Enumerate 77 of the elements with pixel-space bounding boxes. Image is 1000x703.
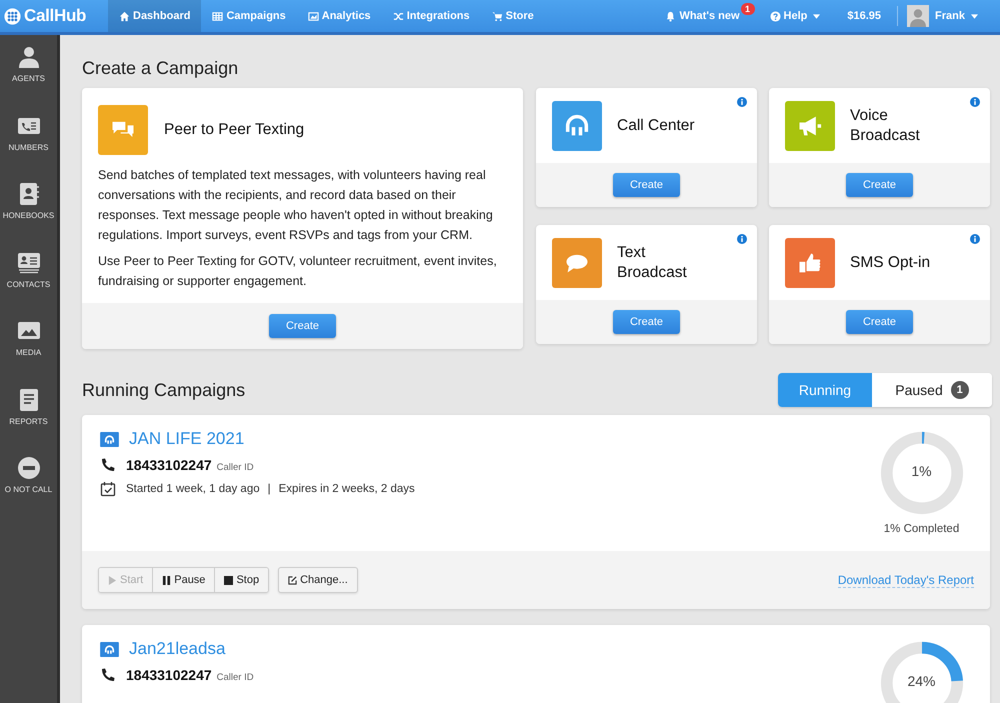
account-balance: $16.95	[846, 9, 882, 24]
stop-button[interactable]: Stop	[214, 568, 268, 592]
home-icon	[119, 10, 130, 22]
nav-tab[interactable]: Campaigns	[201, 0, 297, 32]
phone-number: 18433102247	[126, 457, 212, 473]
description-text: Use Peer to Peer Texting for GOTV, volunteer recruitment, event invites, fundraising or supporter engagement.	[98, 253, 498, 290]
notification-badge: 1	[740, 3, 755, 15]
info-icon[interactable]	[737, 234, 747, 244]
create-button[interactable]: Create	[846, 173, 913, 197]
contact-card-icon	[16, 250, 40, 274]
logo-text: CallHub	[24, 6, 86, 26]
pause-button[interactable]: Pause	[152, 568, 214, 592]
info-icon[interactable]	[970, 234, 980, 244]
progress-percent: 1%	[911, 463, 932, 479]
phone-icon	[100, 667, 116, 683]
create-button[interactable]: Create	[269, 314, 336, 338]
caller-id-label: Caller ID	[216, 462, 254, 473]
description-text: Send batches of templated text messages, with volunteers having real conversations with the recipients, and record data based on their responses. Text message people who haven't opted in without breaking regulations. Import surveys, event RSVPs and tags from your CRM.	[98, 167, 494, 244]
nav-tab[interactable]: Dashboard	[108, 0, 202, 32]
caret-icon	[813, 14, 820, 18]
pause-icon	[162, 576, 172, 584]
headset-icon	[100, 642, 119, 656]
sidebar-item[interactable]: O NOT CALL	[0, 456, 57, 524]
sidebar-item[interactable]: NUMBERS	[0, 114, 57, 182]
info-icon[interactable]	[970, 97, 980, 107]
campaign-type-title: Peer to Peer Texting	[164, 121, 304, 139]
campaign-name-link[interactable]: Jan21leadsa	[129, 639, 226, 659]
campaign-type-title: Call Center	[617, 116, 696, 136]
section-title: Running Campaigns	[82, 379, 246, 402]
create-button[interactable]: Create	[613, 310, 680, 334]
campaign-type-title: SMS Opt-in	[850, 252, 932, 272]
section-title: Create a Campaign	[82, 57, 240, 80]
create-button[interactable]: Create	[846, 310, 913, 334]
sidebar-item[interactable]: REPORTS	[0, 388, 57, 456]
edit-icon	[288, 576, 298, 584]
filter-tab[interactable]: Paused 1	[872, 373, 992, 407]
sidebar-item[interactable]: CONTACTS	[0, 250, 57, 319]
minus-circle-icon	[16, 456, 40, 480]
campaign-type-title: Text Broadcast	[617, 242, 688, 282]
nav-tab[interactable]: Integrations	[382, 0, 481, 32]
separator-text: |	[268, 483, 271, 495]
sidebar-item[interactable]: HONEBOOKS	[0, 182, 57, 250]
person-icon	[16, 45, 40, 69]
create-button[interactable]: Create	[613, 173, 680, 197]
nav-tab[interactable]: Analytics	[296, 0, 382, 32]
campaign-name-link[interactable]: JAN LIFE 2021	[129, 429, 244, 449]
campaign-dates: Started 1 week, 1 day ago	[126, 483, 260, 495]
download-report-link[interactable]: Download Today's Report	[838, 572, 974, 588]
phone-icon	[100, 457, 116, 473]
campaign-type-title: Voice Broadcast	[850, 106, 921, 146]
user-menu[interactable]: Frank	[929, 0, 1000, 32]
progress-percent: 24%	[907, 673, 936, 689]
help-icon	[770, 10, 781, 22]
info-icon[interactable]	[737, 97, 747, 107]
shuffle-icon	[392, 10, 404, 22]
headset-icon	[100, 432, 119, 446]
filter-tab[interactable]: Running	[778, 373, 872, 407]
avatar-icon	[907, 5, 930, 27]
phone-number: 18433102247	[126, 667, 212, 683]
sidebar-item[interactable]: MEDIA	[0, 319, 57, 388]
play-icon	[108, 576, 117, 584]
completion-text: 1% Completed	[884, 523, 960, 535]
stop-icon	[224, 576, 234, 584]
nav-tab[interactable]: Store	[480, 0, 545, 32]
image-icon	[308, 10, 319, 22]
help-menu[interactable]: Help	[758, 0, 832, 32]
bell-icon	[665, 10, 676, 22]
caller-id-label: Caller ID	[216, 672, 254, 683]
caret-icon	[971, 14, 978, 18]
campaign-expiry: Expires in 2 weeks, 2 days	[278, 483, 415, 495]
cart-icon	[492, 10, 503, 22]
change-button[interactable]: Change...	[278, 567, 358, 593]
sidebar-item[interactable]: AGENTS	[0, 45, 57, 114]
whats-new-link[interactable]: What's new	[654, 0, 741, 32]
calendar-check-icon	[100, 481, 116, 497]
logo-icon	[4, 8, 21, 24]
grid-icon	[212, 10, 224, 22]
